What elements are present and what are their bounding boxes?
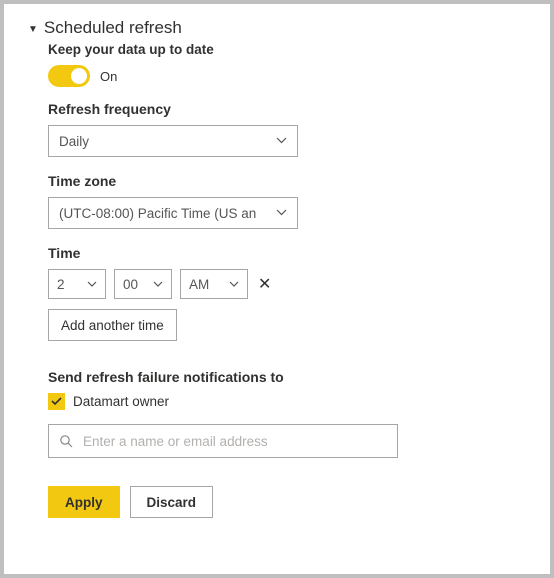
remove-time-icon[interactable]: ✕: [256, 274, 273, 294]
timezone-select[interactable]: (UTC-08:00) Pacific Time (US an: [48, 197, 298, 229]
section-title: Scheduled refresh: [44, 18, 182, 38]
time-hour-value: 2: [57, 277, 65, 292]
notification-recipient-input[interactable]: Enter a name or email address: [48, 424, 398, 458]
collapse-icon: ▼: [28, 24, 38, 35]
add-another-time-label: Add another time: [61, 318, 164, 333]
toggle-state-label: On: [100, 69, 117, 84]
time-ampm-select[interactable]: AM: [180, 269, 248, 299]
notifications-label: Send refresh failure notifications to: [48, 369, 526, 385]
keep-data-toggle[interactable]: [48, 65, 90, 87]
apply-label: Apply: [65, 495, 103, 510]
keep-data-label: Keep your data up to date: [48, 42, 526, 57]
chevron-down-icon: [229, 278, 239, 290]
notification-placeholder: Enter a name or email address: [83, 434, 268, 449]
frequency-label: Refresh frequency: [48, 101, 526, 117]
search-icon: [59, 434, 73, 448]
chevron-down-icon: [276, 135, 287, 147]
chevron-down-icon: [87, 278, 97, 290]
time-minute-select[interactable]: 00: [114, 269, 172, 299]
time-minute-value: 00: [123, 277, 138, 292]
time-hour-select[interactable]: 2: [48, 269, 106, 299]
add-another-time-button[interactable]: Add another time: [48, 309, 177, 341]
timezone-label: Time zone: [48, 173, 526, 189]
time-ampm-value: AM: [189, 277, 209, 292]
datamart-owner-checkbox[interactable]: [48, 393, 65, 410]
toggle-knob: [71, 68, 87, 84]
chevron-down-icon: [276, 207, 287, 219]
discard-label: Discard: [147, 495, 197, 510]
time-label: Time: [48, 245, 526, 261]
scheduled-refresh-panel: ▼ Scheduled refresh Keep your data up to…: [0, 0, 554, 578]
apply-button[interactable]: Apply: [48, 486, 120, 518]
datamart-owner-label: Datamart owner: [73, 394, 169, 409]
frequency-select[interactable]: Daily: [48, 125, 298, 157]
section-header[interactable]: ▼ Scheduled refresh: [28, 18, 526, 38]
frequency-value: Daily: [59, 134, 89, 149]
timezone-value: (UTC-08:00) Pacific Time (US an: [59, 206, 256, 221]
discard-button[interactable]: Discard: [130, 486, 214, 518]
chevron-down-icon: [153, 278, 163, 290]
